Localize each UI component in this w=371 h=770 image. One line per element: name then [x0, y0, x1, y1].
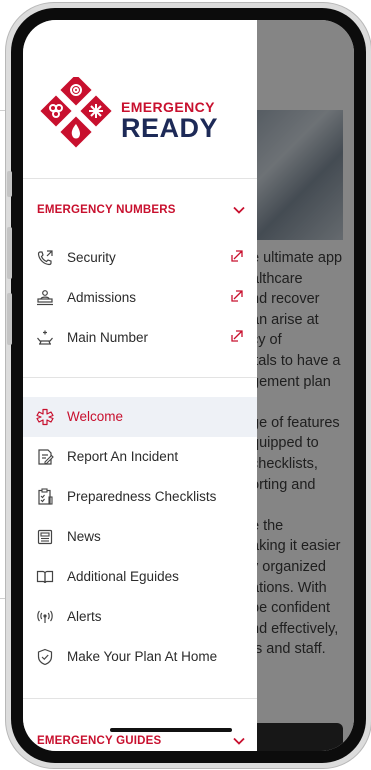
menu-item-label: Welcome: [67, 409, 124, 424]
logo-emblem-icon: [40, 77, 112, 148]
emergency-number-security[interactable]: Security: [23, 238, 257, 278]
home-indicator[interactable]: [110, 728, 232, 732]
phone-bezel: e ultimate app althcare nd recover an ar…: [11, 8, 366, 763]
drawer-divider: [23, 377, 257, 378]
open-book-icon: [36, 570, 54, 584]
newspaper-icon: [37, 529, 53, 545]
phone-forward-icon: [37, 250, 53, 266]
chevron-down-icon: [233, 737, 245, 745]
logo-wordmark-bottom: READY: [121, 113, 219, 143]
external-link-icon[interactable]: [230, 249, 244, 263]
emergency-number-label: Security: [67, 250, 116, 265]
menu-item-make-your-plan[interactable]: Make Your Plan At Home: [23, 637, 257, 677]
drawer-divider: [23, 178, 257, 179]
menu-item-news[interactable]: News: [23, 517, 257, 557]
menu-item-label: Make Your Plan At Home: [67, 649, 218, 664]
menu-item-label: Report An Incident: [67, 449, 179, 464]
emergency-number-admissions[interactable]: Admissions: [23, 278, 257, 318]
phone-screen: e ultimate app althcare nd recover an ar…: [23, 20, 354, 751]
shield-icon: [37, 648, 53, 666]
emergency-number-label: Main Number: [67, 330, 149, 345]
emergency-numbers-header[interactable]: EMERGENCY NUMBERS: [23, 190, 257, 230]
external-link-icon[interactable]: [230, 329, 244, 343]
menu-item-welcome[interactable]: Welcome: [23, 397, 257, 437]
volume-up-button: [7, 227, 12, 279]
broadcast-icon: [37, 610, 53, 623]
navigation-drawer: EMERGENCY READY EMERGENCY NUMBERS Securi…: [23, 20, 257, 751]
menu-item-label: Additional Eguides: [67, 569, 179, 584]
emergency-guides-title: EMERGENCY GUIDES: [37, 735, 162, 747]
emergency-number-main[interactable]: Main Number: [23, 318, 257, 358]
emergency-numbers-title: EMERGENCY NUMBERS: [37, 204, 176, 216]
checklist-icon: [38, 488, 53, 505]
report-incident-icon: [38, 449, 54, 465]
phone-frame: e ultimate app althcare nd recover an ar…: [6, 3, 371, 768]
hospital-bed-icon: [37, 330, 53, 345]
emergency-ready-logo: EMERGENCY READY: [40, 77, 250, 157]
chevron-down-icon: [233, 206, 245, 214]
external-link-icon[interactable]: [230, 289, 244, 303]
menu-item-label: Preparedness Checklists: [67, 489, 217, 504]
menu-item-label: News: [67, 529, 101, 544]
menu-item-report-incident[interactable]: Report An Incident: [23, 437, 257, 477]
menu-item-alerts[interactable]: Alerts: [23, 597, 257, 637]
volume-down-button: [7, 293, 12, 345]
menu-item-label: Alerts: [67, 609, 102, 624]
mute-switch: [7, 171, 12, 197]
emergency-guides-header[interactable]: EMERGENCY GUIDES: [23, 721, 257, 751]
screenshot-stage: e ultimate app althcare nd recover an ar…: [0, 0, 371, 770]
medical-cross-icon: [36, 408, 54, 426]
drawer-divider: [23, 698, 257, 699]
menu-item-preparedness-checklists[interactable]: Preparedness Checklists: [23, 477, 257, 517]
admissions-desk-icon: [37, 290, 53, 306]
emergency-number-label: Admissions: [67, 290, 137, 305]
menu-item-additional-eguides[interactable]: Additional Eguides: [23, 557, 257, 597]
